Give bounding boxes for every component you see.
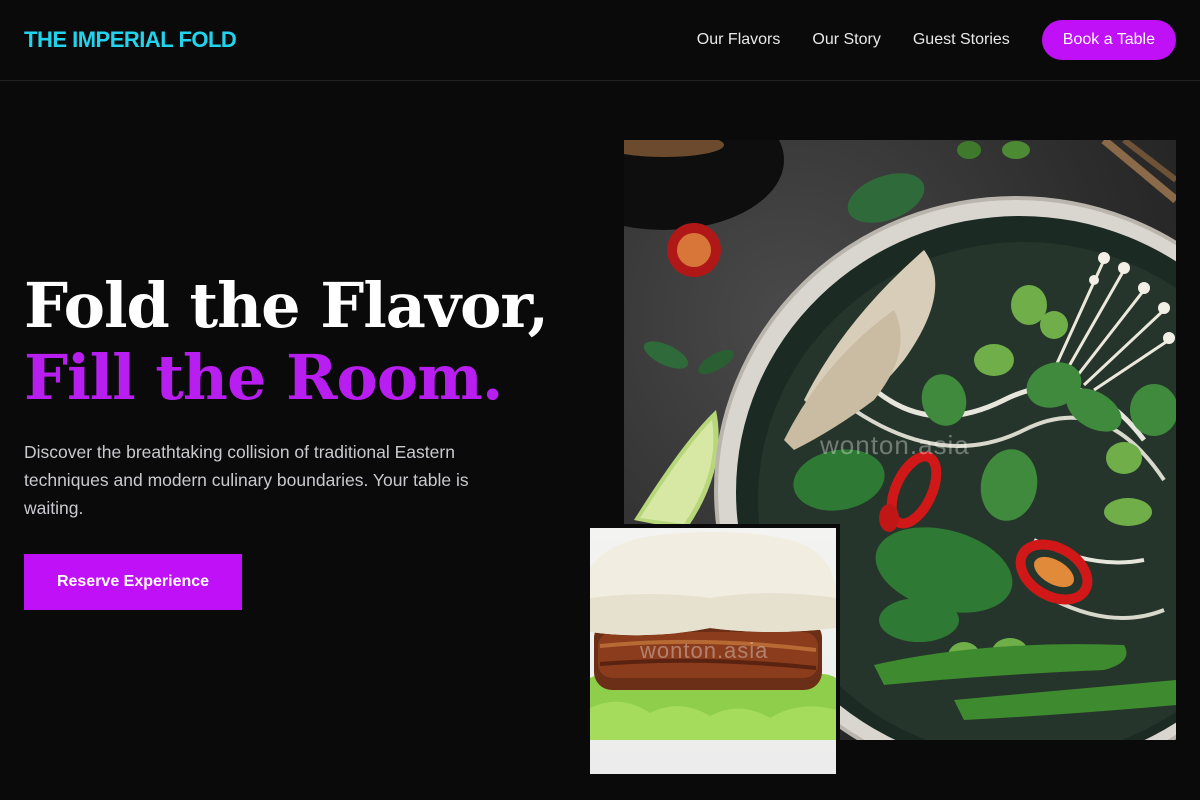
reserve-experience-button[interactable]: Reserve Experience [24,554,242,610]
nav-link-our-story[interactable]: Our Story [812,31,880,49]
bao-bun-image: wonton.asia [586,524,840,778]
hero-heading-line1: Fold the Flavor, [24,269,549,342]
hero-heading: Fold the Flavor, Fill the Room. [24,269,549,414]
site-header: THE IMPERIAL FOLD Our Flavors Our Story … [0,0,1200,81]
nav-link-guest-stories[interactable]: Guest Stories [913,31,1010,49]
brand-logo[interactable]: THE IMPERIAL FOLD [24,27,237,53]
book-table-button[interactable]: Book a Table [1041,20,1176,60]
main-image-watermark: wonton.asia [820,430,970,460]
inset-image-watermark: wonton.asia [640,638,769,663]
hero-description: Discover the breathtaking collision of t… [24,442,469,518]
bao-bun-photo: wonton.asia [590,528,836,774]
hero-heading-line2: Fill the Room. [24,341,503,414]
nav-link-our-flavors[interactable]: Our Flavors [697,31,781,49]
main-nav: Our Flavors Our Story Guest Stories Book… [697,20,1176,60]
